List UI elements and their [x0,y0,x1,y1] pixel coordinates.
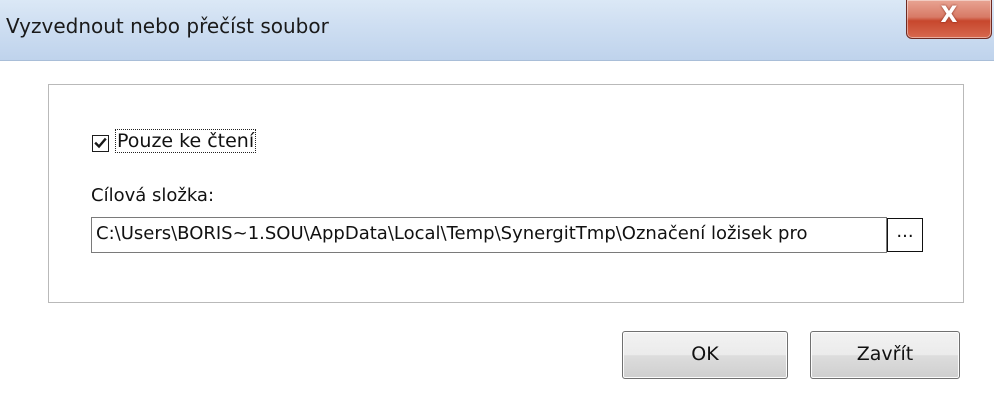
target-folder-input[interactable]: C:\Users\BORIS~1.SOU\AppData\Local\Temp\… [91,217,887,253]
close-icon: X [940,3,958,28]
browse-button[interactable]: ... [887,218,923,252]
title-bar[interactable]: Vyzvednout nebo přečíst soubor X [0,0,994,61]
readonly-checkbox[interactable] [92,135,109,152]
target-folder-label: Cílová složka: [91,185,215,206]
ok-button[interactable]: OK [622,331,788,379]
close-button[interactable]: Zavřít [810,331,960,379]
window-title: Vyzvednout nebo přečíst soubor [6,14,329,38]
checkmark-icon [94,137,107,149]
readonly-label[interactable]: Pouze ke čtení [115,129,257,153]
target-folder-value: C:\Users\BORIS~1.SOU\AppData\Local\Temp\… [96,223,808,244]
dialog-body: Pouze ke čtení Cílová složka: C:\Users\B… [0,61,994,405]
options-group: Pouze ke čtení Cílová složka: C:\Users\B… [48,84,964,303]
window-close-button[interactable]: X [906,0,992,39]
dialog-window: Vyzvednout nebo přečíst soubor X Pouze k… [0,0,994,405]
